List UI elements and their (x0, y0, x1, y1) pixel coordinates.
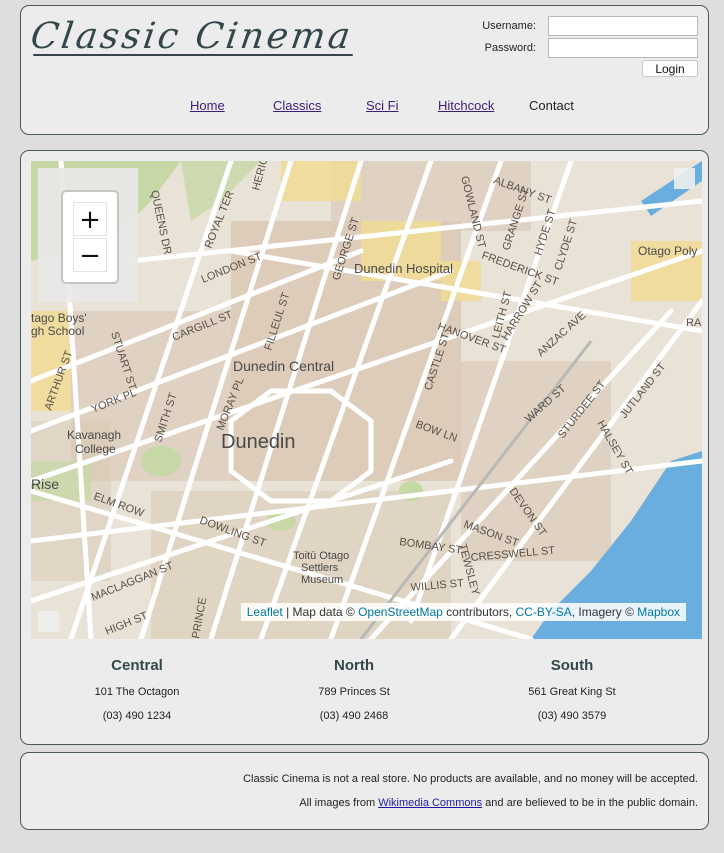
footer-credits-pre: All images from (299, 797, 379, 809)
label-toitu-3: Museum (301, 574, 343, 586)
label-hospital: Dunedin Hospital (354, 261, 453, 276)
main-panel: ALBANY ST GOWLAND ST GRANGE ST HYDE ST C… (20, 150, 709, 745)
footer-panel: Classic Cinema is not a real store. No p… (20, 752, 709, 830)
label-dunedin-central: Dunedin Central (233, 358, 334, 374)
cc-by-sa-link[interactable]: CC-BY-SA (516, 605, 572, 619)
label-ra: RA (686, 317, 702, 329)
wikimedia-commons-link[interactable]: Wikimedia Commons (378, 797, 482, 809)
store-name: South (550, 657, 594, 674)
store-central: Central 101 The Octagon (03) 490 1234 (37, 655, 237, 723)
store-south: South 561 Great King St (03) 490 3579 (472, 655, 672, 723)
store-address: 561 Great King St (528, 686, 616, 698)
logo-underline (33, 54, 353, 56)
store-phone: (03) 490 1234 (102, 710, 172, 722)
footer-disclaimer: Classic Cinema is not a real store. No p… (243, 773, 698, 785)
label-rise: Rise (31, 476, 59, 492)
password-input[interactable] (548, 38, 698, 58)
username-row: Username: (468, 16, 698, 37)
site-logo[interactable]: Classic Cinema (28, 16, 356, 57)
mapbox-link[interactable]: Mapbox (637, 605, 680, 619)
store-phone: (03) 490 3579 (537, 710, 607, 722)
attribution-imagery: , Imagery © (571, 605, 638, 619)
zoom-control: + − (61, 190, 119, 284)
footer-credits-post: and are believed to be in the public dom… (482, 797, 698, 809)
password-label: Password: (484, 42, 536, 54)
nav-home[interactable]: Home (190, 98, 225, 113)
label-college: College (75, 442, 116, 456)
map-attribution: Leaflet | Map data © OpenStreetMap contr… (240, 603, 686, 621)
store-name: Central (111, 657, 163, 674)
nav-sci-fi[interactable]: Sci Fi (366, 98, 399, 113)
zoom-control-area: + − (38, 168, 138, 302)
username-input[interactable] (548, 16, 698, 36)
label-kavanagh: Kavanagh (67, 428, 121, 442)
login-form: Username: Password: Login (468, 16, 698, 80)
store-list: Central 101 The Octagon (03) 490 1234 No… (21, 655, 708, 735)
attribution-contrib: contributors, (442, 605, 516, 619)
nav-classics[interactable]: Classics (273, 98, 321, 113)
login-button[interactable]: Login (642, 60, 698, 77)
header-panel: Classic Cinema Username: Password: Login… (20, 5, 709, 135)
password-row: Password: (468, 38, 698, 59)
store-north: North 789 Princes St (03) 490 2468 (254, 655, 454, 723)
map-corner-bottom-left (38, 611, 59, 632)
footer-credits: All images from Wikimedia Commons and ar… (299, 797, 698, 809)
osm-link[interactable]: OpenStreetMap (358, 605, 443, 619)
zoom-in-button[interactable]: + (73, 202, 107, 236)
leaflet-link[interactable]: Leaflet (247, 605, 283, 619)
username-label: Username: (482, 20, 536, 32)
zoom-out-button[interactable]: − (73, 238, 107, 272)
label-toitu-2: Settlers (301, 562, 339, 574)
store-phone: (03) 490 2468 (319, 710, 389, 722)
map-corner-top-right (674, 168, 695, 189)
main-nav: Home Classics Sci Fi Hitchcock Contact (21, 98, 708, 116)
store-address: 789 Princes St (318, 686, 390, 698)
nav-contact: Contact (529, 98, 574, 113)
label-toitu-1: Toitū Otago (293, 550, 349, 562)
store-address: 101 The Octagon (94, 686, 180, 698)
label-otago-boys: tago Boys' (31, 311, 87, 325)
label-high-school: gh School (31, 324, 84, 338)
attribution-sep: | Map data © (282, 605, 359, 619)
nav-hitchcock[interactable]: Hitchcock (438, 98, 494, 113)
store-name: North (334, 657, 374, 674)
label-dunedin: Dunedin (221, 431, 296, 453)
store-map[interactable]: ALBANY ST GOWLAND ST GRANGE ST HYDE ST C… (31, 161, 702, 639)
label-otago-poly: Otago Poly (638, 244, 697, 258)
